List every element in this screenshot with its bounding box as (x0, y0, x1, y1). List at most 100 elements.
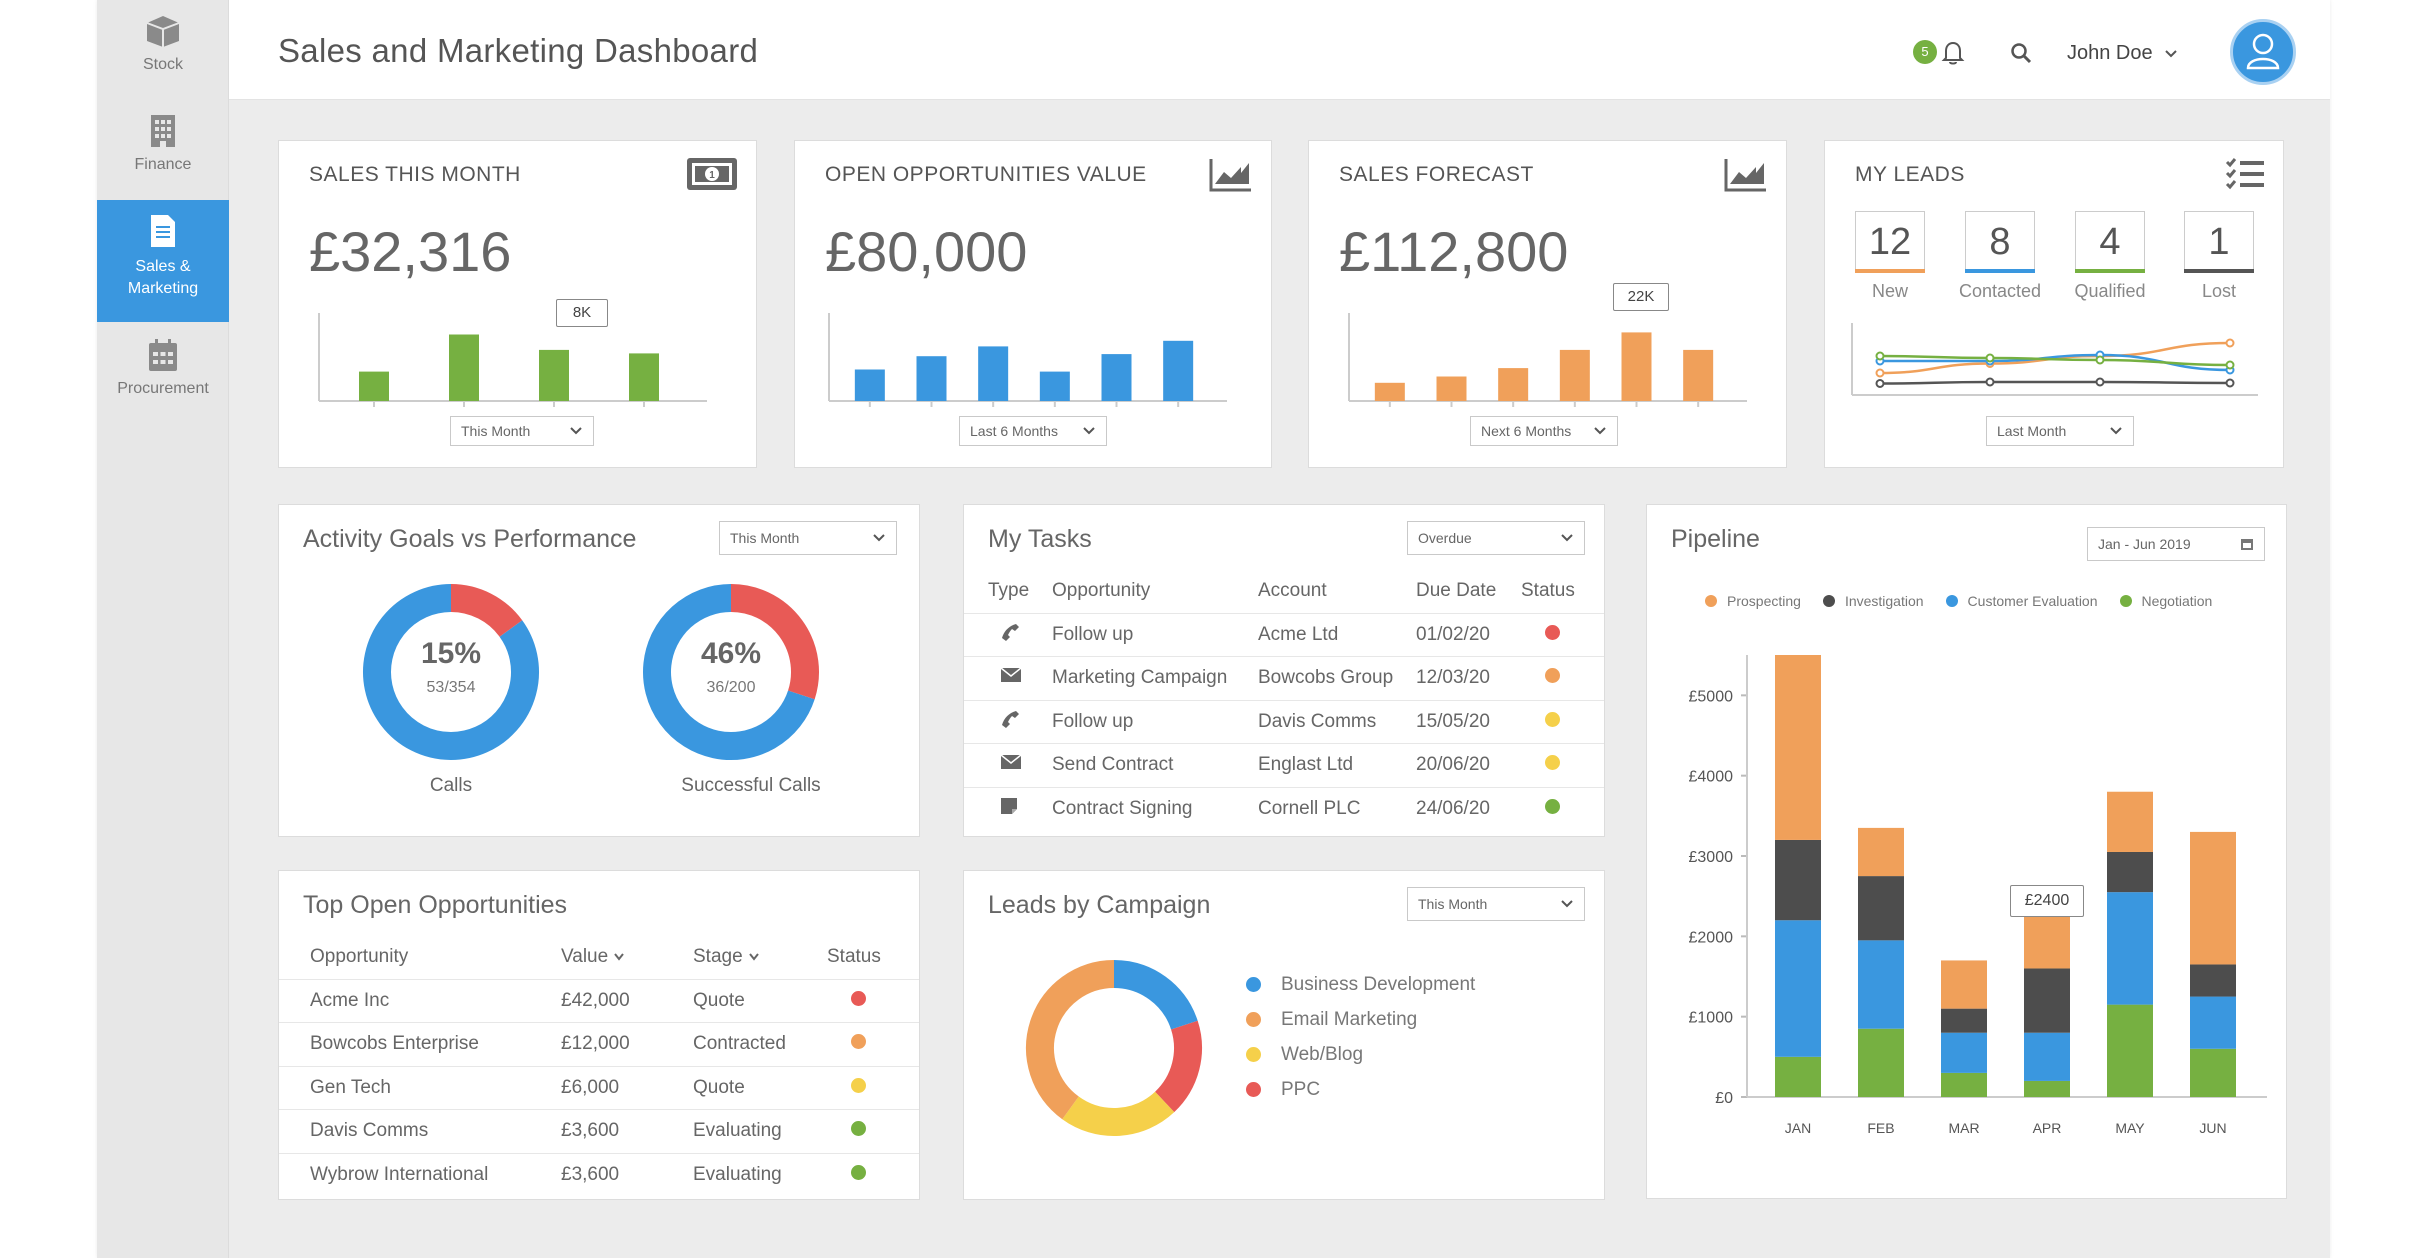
kpi-title: MY LEADS (1855, 163, 1965, 186)
chart-tooltip-value: 22K (1627, 288, 1655, 305)
avatar[interactable] (2230, 19, 2296, 85)
sidebar-item-finance[interactable]: Finance (97, 114, 229, 192)
legend-swatch (1705, 595, 1717, 607)
status-dot (851, 990, 866, 1006)
activity-goals-card: Activity Goals vs Performance This Month… (278, 504, 920, 837)
pipeline-bar-segment (1858, 940, 1904, 1029)
chart-bar (1621, 332, 1652, 401)
opportunity-stage: Evaluating (693, 1152, 827, 1197)
period-dropdown[interactable]: Last Month (1986, 416, 2134, 446)
legend-item: Web/Blog (1246, 1037, 1475, 1072)
chevron-down-icon (1561, 534, 1573, 542)
pipeline-bar-segment (1775, 839, 1821, 921)
table-row[interactable]: Follow up Davis Comms 15/05/20 (964, 699, 1604, 744)
table-row[interactable]: Acme Inc £42,000 Quote (279, 978, 919, 1023)
donut-chart-successful-calls (643, 584, 819, 760)
opportunity-stage: Contracted (693, 1022, 827, 1066)
lead-count-new[interactable]: 12 (1855, 211, 1925, 273)
pipeline-bar-segment (1941, 1008, 1987, 1033)
tasks-table: Type Opportunity Account Due Date Status… (964, 569, 1604, 831)
lead-count-contacted[interactable]: 8 (1965, 211, 2035, 273)
notification-badge: 5 (1913, 40, 1937, 64)
header: Sales and Marketing Dashboard 5 John Doe (229, 0, 2330, 100)
x-tick-label: MAR (1948, 1120, 1979, 1136)
chart-tooltip: 22K (1613, 283, 1669, 311)
sidebar-item-sales-marketing[interactable]: Sales & Marketing (97, 200, 229, 322)
chart-bar (1498, 368, 1529, 401)
filter-dropdown[interactable]: Overdue (1407, 521, 1585, 555)
date-range-picker[interactable]: Jan - Jun 2019 (2087, 527, 2265, 561)
table-row[interactable]: Davis Comms £3,600 Evaluating (279, 1109, 919, 1153)
status-dot (851, 1165, 866, 1180)
period-dropdown[interactable]: This Month (1407, 887, 1585, 921)
table-row[interactable]: Wybrow International £3,600 Evaluating (279, 1152, 919, 1197)
chart-tooltip-value: 8K (572, 304, 592, 321)
x-tick-label: MAY (2115, 1120, 2145, 1136)
pipeline-bar-segment (2190, 831, 2236, 965)
document-icon (151, 215, 175, 247)
pipeline-bar-segment (1941, 1032, 1987, 1073)
x-tick-label: JAN (1785, 1120, 1811, 1136)
period-dropdown[interactable]: This Month (719, 521, 897, 555)
user-icon (2246, 33, 2280, 70)
table-row[interactable]: Gen Tech £6,000 Quote (279, 1065, 919, 1110)
bell-icon[interactable] (1941, 40, 1965, 66)
lead-count-qualified[interactable]: 4 (2075, 211, 2145, 273)
calendar-icon (2241, 539, 2253, 550)
period-dropdown[interactable]: This Month (450, 416, 594, 446)
task-account: Bowcobs Group (1258, 656, 1416, 700)
chevron-down-icon (1561, 900, 1573, 908)
box-icon (146, 16, 180, 47)
leads-point (2225, 338, 2235, 348)
table-row[interactable]: Send Contract Englast Ltd 20/06/20 (964, 743, 1604, 787)
svg-text:1: 1 (709, 170, 715, 181)
donut-slice (1026, 960, 1115, 1120)
table-row[interactable]: Follow up Acme Ltd 01/02/20 (964, 612, 1604, 657)
chart-bar (539, 349, 569, 401)
status-dot (851, 1034, 866, 1050)
pipeline-bar-segment (2190, 1048, 2236, 1097)
search-icon[interactable] (2010, 42, 2032, 64)
table-row[interactable]: Marketing Campaign Bowcobs Group 12/03/2… (964, 656, 1604, 700)
sidebar-item-stock[interactable]: Stock (97, 14, 229, 92)
table-row[interactable]: Bowcobs Enterprise £12,000 Contracted (279, 1022, 919, 1066)
period-dropdown-value: This Month (461, 423, 531, 439)
lead-label: Qualified (2074, 281, 2146, 301)
legend-label: Investigation (1844, 593, 1924, 609)
y-tick-label: £2000 (1689, 929, 1734, 946)
opportunity-value: £6,000 (561, 1065, 693, 1110)
pipeline-bar-segment (1858, 1028, 1904, 1097)
checklist-icon (2225, 158, 2264, 190)
column-header-sortable[interactable]: Stage (693, 935, 827, 979)
chart-bar (1436, 376, 1467, 401)
column-header-sortable[interactable]: Value (561, 935, 693, 979)
pipeline-bar-segment (2024, 968, 2070, 1033)
lead-label: New (1871, 281, 1908, 301)
email-icon (1000, 754, 1022, 770)
sidebar-item-label: Sales & (135, 258, 191, 275)
legend-swatch (1246, 1082, 1261, 1097)
sidebar-item-procurement[interactable]: Procurement (97, 338, 229, 416)
chart-bar (359, 371, 389, 401)
pipeline-bar-segment (1775, 920, 1821, 1057)
lead-count-lost[interactable]: 1 (2184, 211, 2254, 273)
status-dot (851, 1077, 866, 1093)
kpi-bar-chart (1348, 313, 1747, 407)
sort-chevron-icon (749, 953, 759, 961)
period-dropdown-value: Last 6 Months (970, 423, 1058, 439)
opportunity-name: Davis Comms (279, 1109, 561, 1153)
sort-chevron-icon (614, 953, 625, 961)
user-menu[interactable]: John Doe (2067, 42, 2178, 65)
status-dot (1545, 624, 1560, 640)
pipeline-bar-segment (1775, 655, 1821, 840)
lead-color-bar (2184, 269, 2254, 273)
section-title: Activity Goals vs Performance (303, 525, 637, 553)
task-opportunity: Marketing Campaign (1052, 656, 1258, 700)
period-dropdown[interactable]: Next 6 Months (1470, 416, 1618, 446)
period-dropdown[interactable]: Last 6 Months (959, 416, 1107, 446)
pipeline-bar-chart: £0£1000£2000£3000£4000£5000£6000+JANFEBM… (1689, 655, 2267, 1136)
status-dot (1545, 799, 1560, 814)
legend-item: Investigation (1822, 593, 1924, 609)
note-icon (1001, 798, 1017, 814)
table-row[interactable]: Contract Signing Cornell PLC 24/06/20 (964, 786, 1604, 831)
